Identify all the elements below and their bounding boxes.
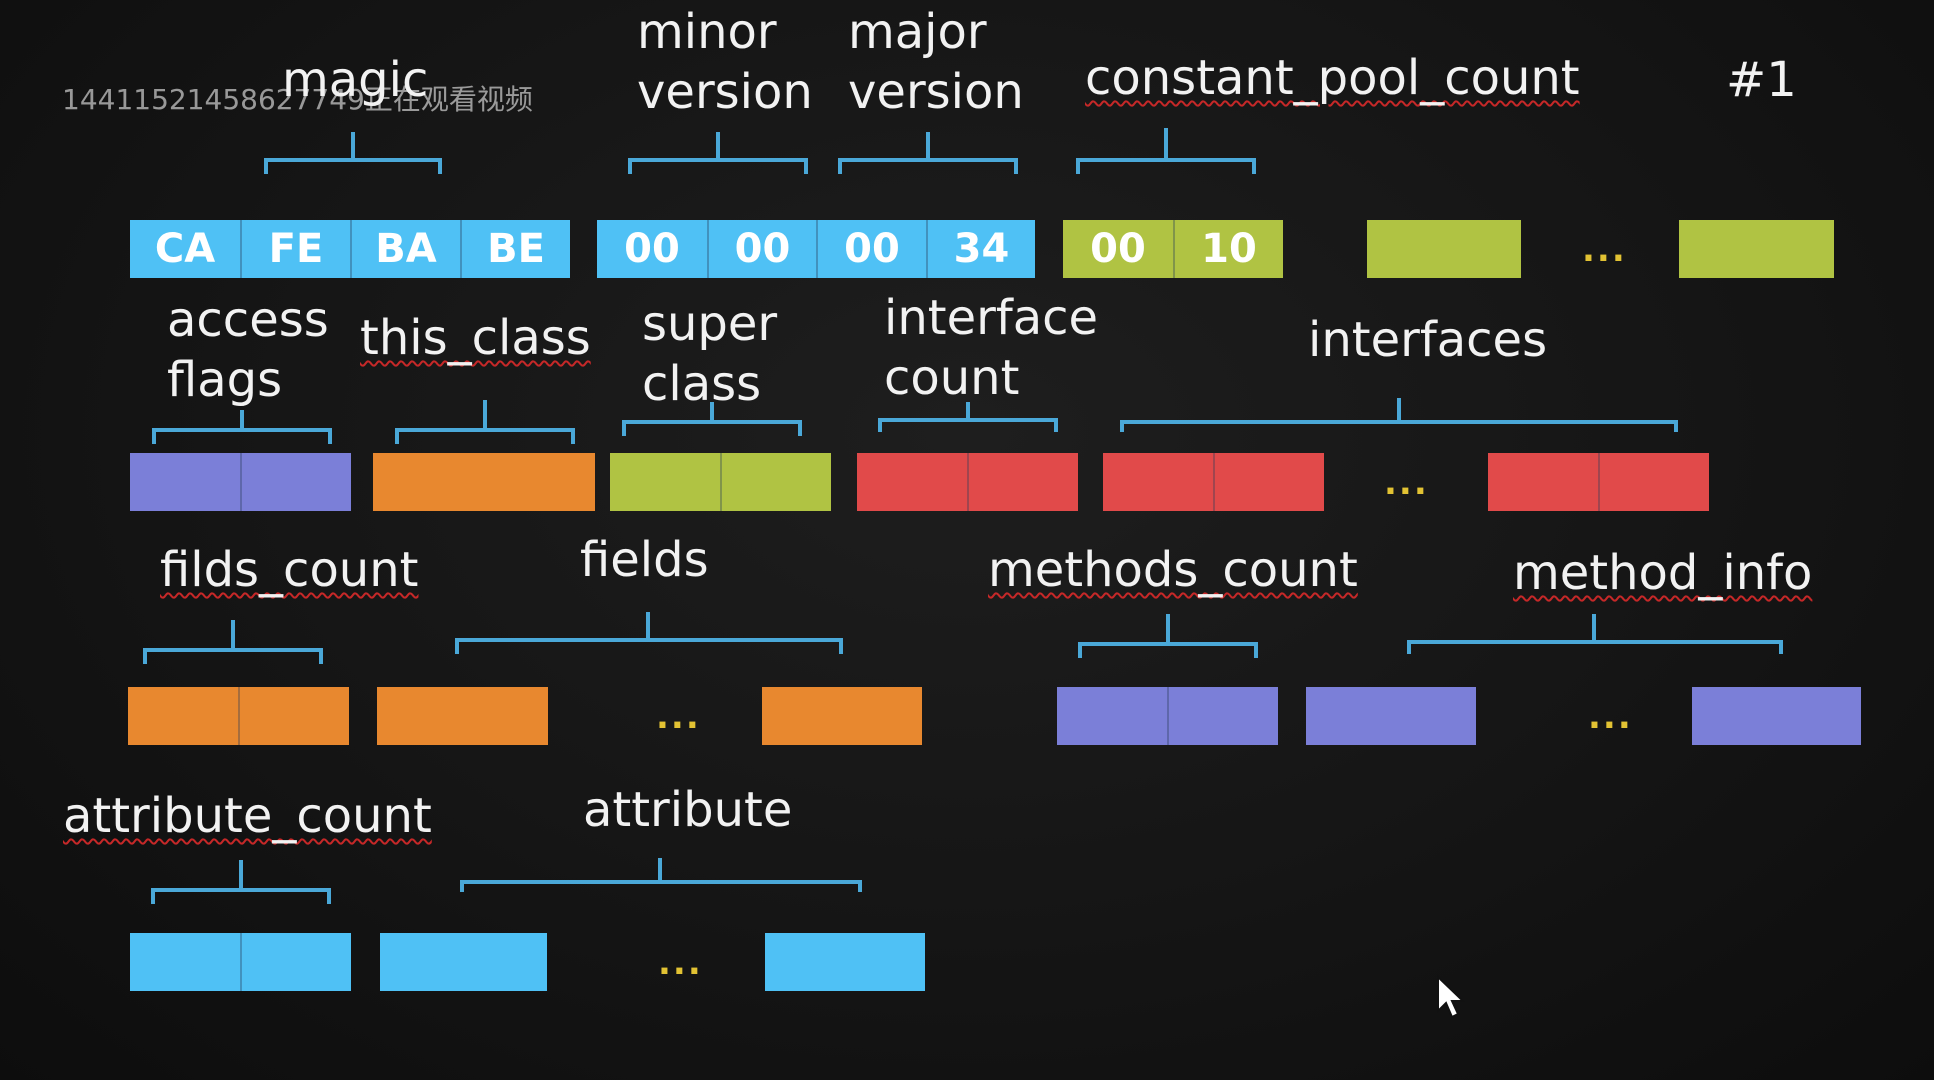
byte-cell [1488,453,1598,511]
ellipsis-fields: ... [656,697,701,737]
label-pool-index: #1 [1726,52,1797,108]
label-interfaces: interfaces [1308,312,1548,368]
field-entry [377,687,548,745]
interface-entry [1103,453,1324,511]
entry-cell [1692,687,1861,745]
attribute-count-bytes [130,933,351,991]
ellipsis-interfaces: ... [1384,463,1429,503]
label-access-flags: access flags [167,292,329,408]
byte-cell: 00 [1063,220,1173,278]
bytes-magic: CA FE BA BE [130,220,570,278]
label-fields: fields [580,532,709,588]
constant-pool-entry-last [1679,220,1834,278]
entry-cell [1306,687,1476,745]
field-entry-last [762,687,922,745]
entry-cell [1367,220,1521,278]
this-class-bytes [373,453,595,511]
mouse-pointer-icon [1437,975,1466,1019]
byte-cell: 34 [926,220,1035,278]
brace-this-class [395,400,575,444]
brace-super-class [622,402,802,436]
fields-count-bytes [128,687,349,745]
label-major-version: major version [848,4,1024,120]
byte-cell: 10 [1173,220,1283,278]
brace-fields [455,612,843,654]
byte-cell: BE [460,220,570,278]
label-constant-pool-count: constant_pool_count [1085,50,1580,106]
brace-interfaces [1120,398,1678,432]
brace-major-version [838,132,1018,174]
label-magic: magic [282,52,429,108]
brace-access-flags [152,410,332,444]
brace-minor-version [628,132,808,174]
byte-cell: CA [130,220,240,278]
byte-cell [857,453,967,511]
entry-cell [762,687,922,745]
byte-cell: FE [240,220,350,278]
byte-cell [240,453,351,511]
byte-cell [240,933,351,991]
label-attribute-count: attribute_count [63,788,432,844]
bytes-version: 00 00 00 34 [597,220,1035,278]
brace-attribute [460,858,862,892]
byte-cell: 00 [707,220,816,278]
access-flags-bytes [130,453,351,511]
class-file-structure-diagram: 14411521458627749正在观看视频 magic minor vers… [0,0,1934,1080]
entry-cell [377,687,548,745]
label-method-info: method_info [1513,545,1813,601]
byte-cell [238,687,349,745]
attribute-entry [380,933,547,991]
entry-cell [1679,220,1834,278]
label-fields-count: filds_count [160,542,419,598]
interface-entry-last [1488,453,1709,511]
label-minor-version: minor version [637,4,813,120]
brace-fields-count [143,620,323,664]
ellipsis-methods: ... [1588,697,1633,737]
label-super-class: super class [642,296,778,412]
methods-count-bytes [1057,687,1278,745]
super-class-bytes [610,453,831,511]
byte-cell [128,687,238,745]
label-attribute: attribute [583,782,793,838]
byte-cell [1057,687,1167,745]
attribute-entry-last [765,933,925,991]
brace-methods-count [1078,614,1258,658]
ellipsis-attributes: ... [658,943,703,983]
byte-cell [720,453,831,511]
byte-cell [130,453,240,511]
byte-cell [967,453,1078,511]
label-this-class: this_class [360,310,591,366]
brace-interface-count [878,402,1058,432]
brace-constant-pool-count [1076,128,1256,174]
label-methods-count: methods_count [988,542,1358,598]
brace-method-info [1407,614,1783,654]
byte-cell: BA [350,220,460,278]
interface-count-bytes [857,453,1078,511]
entry-cell [373,453,595,511]
byte-cell [1103,453,1213,511]
brace-magic [264,132,442,174]
byte-cell [1167,687,1278,745]
entry-cell [380,933,547,991]
byte-cell [1598,453,1709,511]
byte-cell [610,453,720,511]
byte-cell [130,933,240,991]
entry-cell [765,933,925,991]
byte-cell: 00 [597,220,707,278]
constant-pool-entry [1367,220,1521,278]
bytes-constant-pool-count: 00 10 [1063,220,1283,278]
method-entry [1306,687,1476,745]
byte-cell: 00 [816,220,926,278]
byte-cell [1213,453,1324,511]
brace-attribute-count [151,860,331,904]
label-interface-count: interface count [884,290,1099,406]
ellipsis-constant-pool: ... [1582,230,1627,270]
method-entry-last [1692,687,1861,745]
